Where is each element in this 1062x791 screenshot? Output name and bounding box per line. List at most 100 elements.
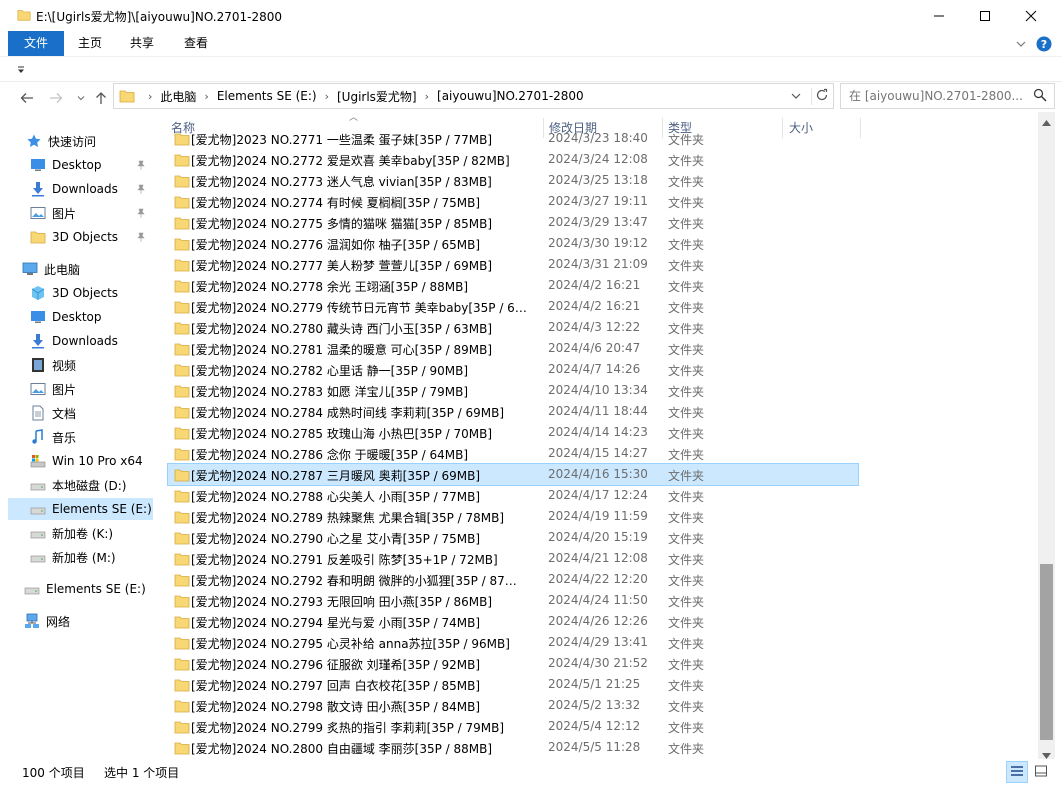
- table-row[interactable]: [爱尤物]2023 NO.2771 一些温柔 蛋子妹[35P / 77MB] 20…: [168, 128, 858, 149]
- table-row[interactable]: [爱尤物]2024 NO.2780 藏头诗 西门小玉[35P / 63MB] 20…: [168, 317, 858, 338]
- minimize-button[interactable]: [916, 0, 962, 31]
- nav-item-label: Downloads: [52, 334, 118, 348]
- nav-item-label: 本地磁盘 (D:): [52, 478, 127, 493]
- table-row[interactable]: [爱尤物]2024 NO.2791 反差吸引 陈梦[35+1P / 72MB] 2…: [168, 548, 858, 569]
- pin-icon: [136, 159, 146, 173]
- chevron-right-icon[interactable]: ›: [148, 90, 152, 103]
- search-input[interactable]: [849, 87, 1029, 104]
- table-row[interactable]: [爱尤物]2024 NO.2798 散文诗 田小燕[35P / 84MB] 202…: [168, 695, 858, 716]
- nav-item[interactable]: 新加卷 (M:): [8, 546, 153, 568]
- nav-item[interactable]: 3D Objects: [8, 226, 153, 248]
- scroll-up-icon[interactable]: [1042, 115, 1051, 129]
- table-row[interactable]: [爱尤物]2024 NO.2783 如愿 洋宝儿[35P / 79MB] 2024…: [168, 380, 858, 401]
- table-row[interactable]: [爱尤物]2024 NO.2779 传统节日元宵节 美幸baby[35P / 6…: [168, 296, 858, 317]
- table-row[interactable]: [爱尤物]2024 NO.2790 心之星 艾小青[35P / 75MB] 202…: [168, 527, 858, 548]
- nav-item[interactable]: Win 10 Pro x64: [8, 450, 153, 472]
- breadcrumb-item[interactable]: Elements SE (E:): [217, 89, 317, 103]
- chevron-right-icon[interactable]: ›: [325, 90, 329, 103]
- nav-item[interactable]: Elements SE (E:): [8, 498, 153, 520]
- ribbon-expand-icon[interactable]: [1015, 38, 1027, 52]
- close-button[interactable]: [1008, 0, 1054, 31]
- table-row[interactable]: [爱尤物]2024 NO.2784 成熟时间线 李莉莉[35P / 69MB] 2…: [168, 401, 858, 422]
- nav-item[interactable]: 快速访问: [8, 130, 153, 152]
- nav-item[interactable]: 文档: [8, 402, 153, 424]
- nav-item[interactable]: 图片: [8, 378, 153, 400]
- drive-icon: [30, 501, 46, 517]
- tab-share[interactable]: 共享: [124, 31, 160, 56]
- file-type: 文件夹: [668, 238, 705, 252]
- nav-item[interactable]: 音乐: [8, 426, 153, 448]
- tab-home[interactable]: 主页: [72, 31, 108, 56]
- ribbon: 文件 主页 共享 查看 ?: [0, 31, 1062, 57]
- table-row[interactable]: [爱尤物]2024 NO.2795 心灵补给 anna苏拉[35P / 96MB…: [168, 632, 858, 653]
- table-row[interactable]: [爱尤物]2024 NO.2777 美人粉梦 萱萱儿[35P / 69MB] 20…: [168, 254, 858, 275]
- refresh-icon[interactable]: [811, 88, 829, 105]
- table-row[interactable]: [爱尤物]2024 NO.2796 征服欲 刘瑾希[35P / 92MB] 202…: [168, 653, 858, 674]
- recent-locations-button[interactable]: [71, 88, 91, 108]
- nav-item[interactable]: 网络: [8, 610, 153, 632]
- nav-item[interactable]: Desktop: [8, 306, 153, 328]
- table-row[interactable]: [爱尤物]2024 NO.2781 温柔的暖意 可心[35P / 89MB] 20…: [168, 338, 858, 359]
- nav-item-label: 视频: [52, 358, 77, 373]
- large-icons-view-button[interactable]: [1031, 762, 1051, 782]
- table-row[interactable]: [爱尤物]2024 NO.2775 多情的猫咪 猫猫[35P / 85MB] 20…: [168, 212, 858, 233]
- nav-item-label: 3D Objects: [52, 286, 119, 300]
- table-row[interactable]: [爱尤物]2024 NO.2797 回声 白衣校花[35P / 85MB] 202…: [168, 674, 858, 695]
- folder-icon: [174, 173, 190, 192]
- customize-toolbar-icon[interactable]: [16, 64, 26, 78]
- address-dropdown-icon[interactable]: [790, 90, 802, 105]
- maximize-button[interactable]: [962, 0, 1008, 31]
- vertical-scrollbar[interactable]: [1038, 112, 1055, 759]
- chevron-right-icon[interactable]: ›: [425, 90, 429, 103]
- table-row[interactable]: [爱尤物]2024 NO.2776 温润如你 柚子[35P / 65MB] 202…: [168, 233, 858, 254]
- table-row[interactable]: [爱尤物]2024 NO.2794 星光与爱 小雨[35P / 74MB] 202…: [168, 611, 858, 632]
- help-icon[interactable]: ?: [1036, 36, 1052, 55]
- table-row[interactable]: [爱尤物]2024 NO.2793 无限回响 田小燕[35P / 86MB] 20…: [168, 590, 858, 611]
- nav-item[interactable]: Elements SE (E:): [8, 578, 153, 600]
- folder-icon: [174, 719, 190, 738]
- nav-item[interactable]: Downloads: [8, 178, 153, 200]
- tab-view[interactable]: 查看: [178, 31, 214, 56]
- scrollbar-thumb[interactable]: [1040, 564, 1053, 740]
- nav-item[interactable]: 图片: [8, 202, 153, 224]
- up-button[interactable]: [91, 88, 111, 108]
- nav-item[interactable]: 本地磁盘 (D:): [8, 474, 153, 496]
- table-row[interactable]: [爱尤物]2024 NO.2799 炙热的指引 李莉莉[35P / 79MB] 2…: [168, 716, 858, 737]
- table-row[interactable]: [爱尤物]2024 NO.2778 余光 王翊涵[35P / 88MB] 2024…: [168, 275, 858, 296]
- file-date: 2024/4/20 15:19: [548, 530, 648, 544]
- chevron-right-icon[interactable]: ›: [204, 90, 208, 103]
- breadcrumb-item[interactable]: [Ugirls爱尤物]: [337, 88, 417, 105]
- search-box[interactable]: [840, 83, 1055, 109]
- table-row[interactable]: [爱尤物]2024 NO.2788 心尖美人 小雨[35P / 77MB] 202…: [168, 485, 858, 506]
- nav-item[interactable]: 视频: [8, 354, 153, 376]
- details-view-button[interactable]: [1006, 761, 1028, 783]
- nav-item[interactable]: Desktop: [8, 154, 153, 176]
- file-type: 文件夹: [668, 217, 705, 231]
- table-row[interactable]: [爱尤物]2024 NO.2787 三月暖风 奥莉[35P / 69MB] 202…: [167, 463, 859, 486]
- file-name: [爱尤物]2024 NO.2797 回声 白衣校花[35P / 85MB]: [191, 679, 481, 693]
- search-icon: [1033, 88, 1047, 105]
- table-row[interactable]: [爱尤物]2024 NO.2786 念你 于暖暖[35P / 64MB] 2024…: [168, 443, 858, 464]
- file-name: [爱尤物]2024 NO.2787 三月暖风 奥莉[35P / 69MB]: [191, 469, 481, 483]
- table-row[interactable]: [爱尤物]2024 NO.2782 心里话 静一[35P / 90MB] 2024…: [168, 359, 858, 380]
- address-bar[interactable]: › 此电脑 › Elements SE (E:) › [Ugirls爱尤物] ›…: [113, 83, 834, 109]
- column-divider[interactable]: [860, 118, 861, 138]
- back-button[interactable]: [17, 88, 37, 108]
- table-row[interactable]: [爱尤物]2024 NO.2785 玫瑰山海 小热巴[35P / 70MB] 20…: [168, 422, 858, 443]
- table-row[interactable]: [爱尤物]2024 NO.2773 迷人气息 vivian[35P / 83MB…: [168, 170, 858, 191]
- nav-item-label: 图片: [52, 382, 77, 397]
- nav-item[interactable]: 3D Objects: [8, 282, 153, 304]
- forward-button[interactable]: [46, 88, 66, 108]
- table-row[interactable]: [爱尤物]2024 NO.2789 热辣聚焦 尤果合辑[35P / 78MB] 2…: [168, 506, 858, 527]
- nav-item-label: Win 10 Pro x64: [52, 454, 143, 468]
- nav-item[interactable]: 新加卷 (K:): [8, 522, 153, 544]
- breadcrumb-item[interactable]: 此电脑: [160, 88, 196, 105]
- breadcrumb-item[interactable]: [aiyouwu]NO.2701-2800: [437, 89, 584, 103]
- table-row[interactable]: [爱尤物]2024 NO.2792 春和明朗 微胖的小狐狸[35P / 87MB…: [168, 569, 858, 590]
- table-row[interactable]: [爱尤物]2024 NO.2772 爱是欢喜 美幸baby[35P / 82MB…: [168, 149, 858, 170]
- table-row[interactable]: [爱尤物]2024 NO.2800 自由疆域 李丽莎[35P / 88MB] 20…: [168, 737, 858, 758]
- table-row[interactable]: [爱尤物]2024 NO.2774 有时候 夏榈榈[35P / 75MB] 202…: [168, 191, 858, 212]
- tab-file[interactable]: 文件: [8, 31, 64, 56]
- nav-item[interactable]: Downloads: [8, 330, 153, 352]
- nav-item[interactable]: 此电脑: [8, 258, 153, 280]
